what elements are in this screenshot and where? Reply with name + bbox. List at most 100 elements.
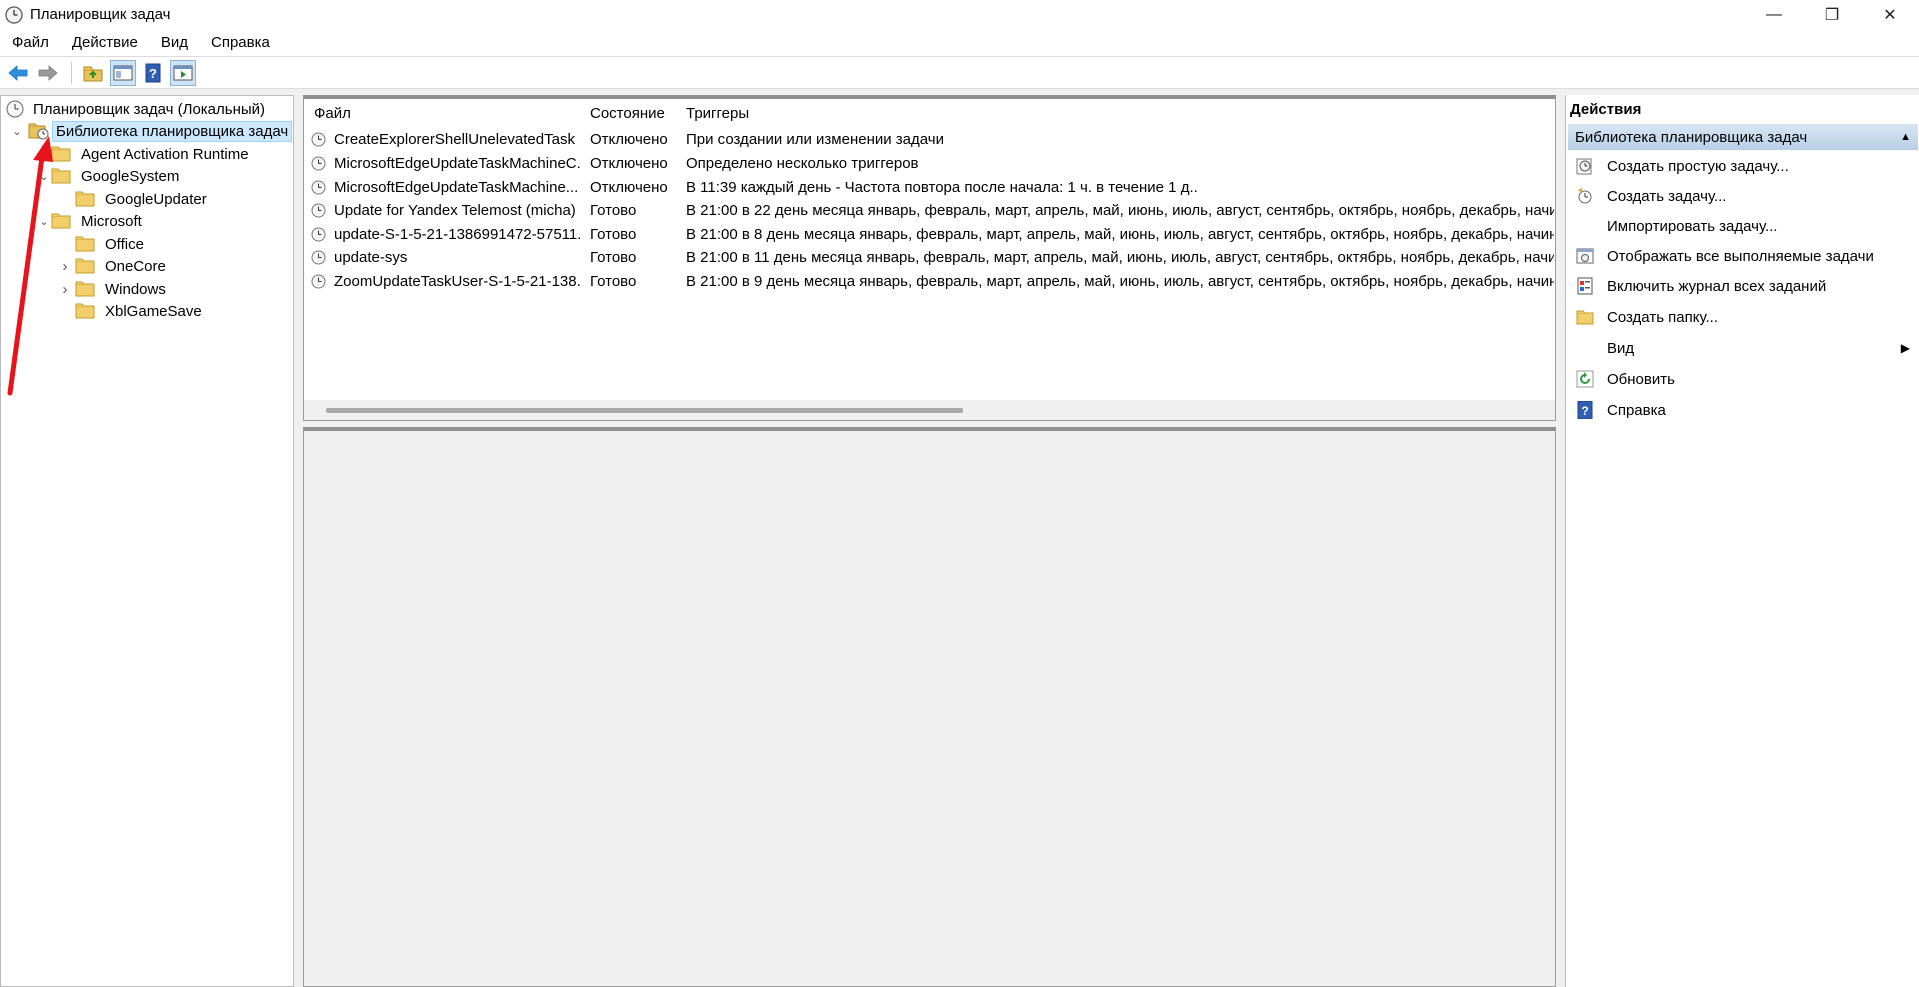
task-trigger: При создании или изменении задачи — [686, 131, 944, 148]
menu-file[interactable]: Файл — [1, 34, 60, 51]
tree-item-label: Agent Activation Runtime — [81, 145, 249, 163]
chevron-right-icon[interactable]: › — [58, 258, 72, 275]
actions-section-header[interactable]: Библиотека планировщика задач ▲ — [1568, 124, 1918, 150]
action-label: Отображать все выполняемые задачи — [1607, 247, 1874, 265]
menu-bar: Файл Действие Вид Справка — [0, 29, 1919, 57]
back-arrow-icon — [8, 64, 28, 81]
actions-pane: Действия Библиотека планировщика задач ▲… — [1565, 95, 1919, 987]
tree-item-label: Microsoft — [81, 212, 142, 230]
action-refresh[interactable]: Обновить — [1566, 366, 1916, 392]
up-level-button[interactable] — [80, 60, 106, 86]
chevron-right-icon[interactable]: › — [58, 281, 72, 298]
toolbar: ? — [0, 57, 1919, 89]
task-clock-icon — [311, 227, 326, 242]
task-name: Update for Yandex Telemost (micha) — [334, 202, 576, 219]
back-button[interactable] — [5, 60, 31, 86]
action-import-task[interactable]: Импортировать задачу... — [1566, 213, 1916, 239]
action-create-task[interactable]: Создать задачу... — [1566, 183, 1916, 209]
task-list-header: Файл Состояние Триггеры — [304, 99, 1555, 127]
create-basic-task-icon — [1576, 158, 1592, 175]
action-create-basic-task[interactable]: Создать простую задачу... — [1566, 153, 1916, 179]
forward-button[interactable] — [35, 60, 61, 86]
action-view[interactable]: Вид ▶ — [1566, 335, 1916, 361]
action-label: Создать задачу... — [1607, 187, 1727, 205]
action-display-running-tasks[interactable]: Отображать все выполняемые задачи — [1566, 243, 1916, 269]
console-tree-icon — [113, 65, 133, 80]
tree-item-label: OneCore — [105, 257, 166, 275]
horizontal-scrollbar[interactable] — [304, 400, 1555, 420]
help-book-icon: ? — [145, 63, 161, 82]
close-button[interactable]: ✕ — [1861, 0, 1919, 29]
tree-root-task-scheduler[interactable]: Планировщик задач (Локальный) — [5, 98, 269, 120]
action-label: Включить журнал всех заданий — [1607, 277, 1827, 295]
scrollbar-thumb[interactable] — [326, 408, 963, 413]
tree-item-label: XblGameSave — [105, 302, 202, 320]
task-name: MicrosoftEdgeUpdateTaskMachine... — [334, 179, 579, 196]
task-status: Отключено — [590, 155, 668, 172]
tree-item-label: GoogleSystem — [81, 167, 180, 185]
chevron-down-icon[interactable]: ⌄ — [37, 215, 51, 228]
folder-icon — [75, 281, 95, 297]
task-row[interactable]: update-sys Готово В 21:00 в 11 день меся… — [304, 246, 1555, 269]
tree-item-label: Office — [105, 235, 144, 253]
action-pane-icon — [173, 65, 193, 80]
column-header-status[interactable]: Состояние — [590, 105, 665, 122]
task-trigger: Определено несколько триггеров — [686, 155, 919, 172]
folder-icon — [75, 191, 95, 207]
action-help[interactable]: ? Справка — [1566, 397, 1916, 423]
chevron-down-icon[interactable]: ⌄ — [10, 125, 24, 138]
tree-item-library[interactable]: ⌄ Библиотека планировщика задач — [10, 120, 293, 142]
folder-icon — [51, 146, 71, 162]
task-clock-icon — [311, 250, 326, 265]
task-status: Готово — [590, 226, 637, 243]
show-hide-action-pane-button[interactable] — [170, 59, 196, 86]
tree-item-xblgamesave[interactable]: XblGameSave — [61, 300, 206, 322]
task-row[interactable]: MicrosoftEdgeUpdateTaskMachineC... Отклю… — [304, 152, 1555, 175]
actions-section-label: Библиотека планировщика задач — [1575, 128, 1808, 146]
tree-item-microsoft[interactable]: ⌄ Microsoft — [37, 210, 146, 232]
folder-up-icon — [83, 66, 103, 81]
chevron-down-icon[interactable]: ⌄ — [37, 170, 51, 183]
folder-icon — [75, 303, 95, 319]
action-label: Справка — [1607, 401, 1666, 419]
minimize-button[interactable]: — — [1745, 0, 1803, 29]
task-clock-icon — [311, 203, 326, 218]
refresh-icon — [1576, 370, 1594, 388]
forward-arrow-icon — [38, 64, 58, 81]
task-status: Готово — [590, 273, 637, 290]
task-status: Готово — [590, 249, 637, 266]
task-name: ZoomUpdateTaskUser-S-1-5-21-138... — [334, 273, 580, 290]
tree-item-agent-activation-runtime[interactable]: Agent Activation Runtime — [37, 143, 253, 165]
tree-item-windows[interactable]: › Windows — [58, 278, 170, 300]
window-title: Планировщик задач — [30, 6, 171, 23]
column-header-file[interactable]: Файл — [314, 105, 351, 122]
task-row[interactable]: MicrosoftEdgeUpdateTaskMachine... Отключ… — [304, 176, 1555, 199]
collapse-up-icon[interactable]: ▲ — [1900, 131, 1911, 143]
menu-action[interactable]: Действие — [61, 34, 149, 51]
svg-text:?: ? — [149, 66, 157, 81]
task-row[interactable]: CreateExplorerShellUnelevatedTask Отключ… — [304, 128, 1555, 151]
column-header-triggers[interactable]: Триггеры — [686, 105, 749, 122]
tree-item-googlesystem[interactable]: ⌄ GoogleSystem — [37, 165, 183, 187]
submenu-arrow-icon: ▶ — [1900, 341, 1910, 355]
menu-view[interactable]: Вид — [150, 34, 199, 51]
tree-item-label: GoogleUpdater — [105, 190, 207, 208]
action-enable-history[interactable]: Включить журнал всех заданий — [1566, 273, 1916, 299]
pane-splitter[interactable] — [294, 95, 303, 987]
task-status: Отключено — [590, 131, 668, 148]
restore-button[interactable]: ❐ — [1803, 0, 1861, 29]
tree-item-onecore[interactable]: › OneCore — [58, 255, 170, 277]
running-tasks-icon — [1576, 248, 1594, 264]
task-row[interactable]: update-S-1-5-21-1386991472-57511... Гото… — [304, 223, 1555, 246]
action-new-folder[interactable]: Создать папку... — [1566, 304, 1916, 330]
tree-item-label: Windows — [105, 280, 166, 298]
task-row[interactable]: ZoomUpdateTaskUser-S-1-5-21-138... Готов… — [304, 270, 1555, 293]
task-clock-icon — [311, 180, 326, 195]
help-toolbar-button[interactable]: ? — [140, 60, 166, 86]
tree-item-office[interactable]: Office — [61, 233, 148, 255]
menu-help[interactable]: Справка — [200, 34, 281, 51]
task-row[interactable]: Update for Yandex Telemost (micha) Готов… — [304, 199, 1555, 222]
show-hide-console-tree-button[interactable] — [110, 59, 136, 86]
action-label: Создать папку... — [1607, 308, 1718, 326]
tree-item-googleupdater[interactable]: GoogleUpdater — [61, 188, 211, 210]
